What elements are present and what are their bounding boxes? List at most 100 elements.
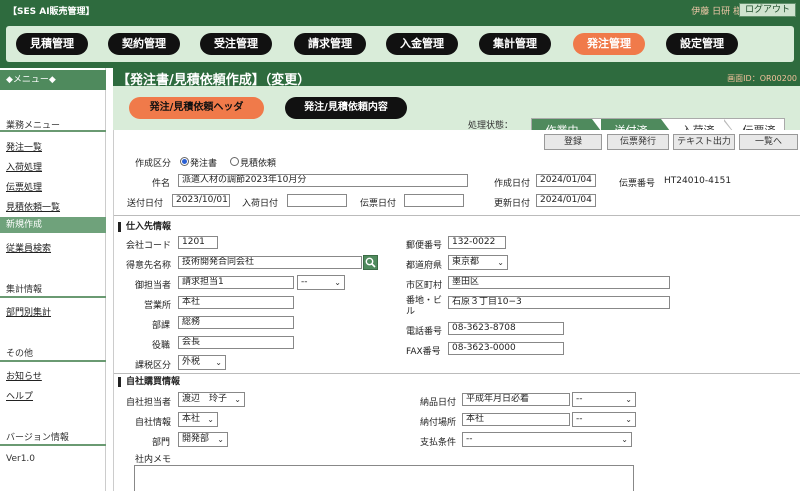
type-label: 作成区分 <box>135 159 172 169</box>
chevron-down-icon: ⌄ <box>621 435 628 444</box>
sent-date-label: 送付日付 <box>127 199 164 209</box>
zip-input[interactable]: 132-0022 <box>448 236 506 249</box>
city-input[interactable]: 墨田区 <box>448 276 670 289</box>
sidebar-item-estimate-request-list[interactable]: 見積依頼一覧 <box>6 200 60 213</box>
chevron-down-icon: ⌄ <box>207 415 214 424</box>
delivery-date-select[interactable]: -- ⌄ <box>572 392 636 407</box>
delivery-date-select-value: -- <box>576 394 583 404</box>
nav-settings[interactable]: 設定管理 <box>666 33 738 55</box>
search-icon <box>365 257 376 268</box>
contact-label: 御担当者 <box>135 281 172 291</box>
chevron-down-icon: ⌄ <box>217 435 224 444</box>
dept-input[interactable]: 総務 <box>178 316 294 329</box>
sidebar-divider <box>0 130 106 132</box>
slip-no-value: HT24010-4151 <box>664 176 732 186</box>
sidebar-item-slip[interactable]: 伝票処理 <box>6 180 42 193</box>
office-input[interactable]: 本社 <box>178 296 294 309</box>
sidebar-item-new[interactable]: 新規作成 <box>0 217 106 233</box>
memo-label: 社内メモ <box>135 455 172 465</box>
tel-input[interactable]: 08-3623-8708 <box>448 322 564 335</box>
own-dept-select[interactable]: 開発部 ⌄ <box>178 432 228 447</box>
delivery-place-input[interactable]: 本社 <box>462 413 570 426</box>
pref-select-value: 東京都 <box>452 257 480 267</box>
own-info-select-value: 本社 <box>182 414 201 424</box>
customer-name-input[interactable]: 技術開発合同会社 <box>178 256 362 269</box>
tax-select-value: 外税 <box>182 357 201 367</box>
address-label: 番地・ビル <box>406 296 443 317</box>
to-list-button[interactable]: 一覧へ <box>739 134 798 150</box>
delivery-date-input[interactable]: 平成年月日必着 <box>462 393 570 406</box>
chevron-down-icon: ⌄ <box>625 395 632 404</box>
version-text: Ver1.0 <box>6 454 36 464</box>
slip-no-label: 伝票番号 <box>619 179 656 189</box>
delivery-place-select-value: -- <box>576 414 583 424</box>
type-radio-estimate[interactable] <box>230 157 239 166</box>
sent-date-input[interactable]: 2023/10/01 <box>172 194 230 207</box>
register-button[interactable]: 登録 <box>544 134 602 150</box>
nav-estimate[interactable]: 見積管理 <box>16 33 88 55</box>
tax-select[interactable]: 外税 ⌄ <box>178 355 226 370</box>
nav-billing[interactable]: 請求管理 <box>294 33 366 55</box>
subject-label: 件名 <box>152 179 171 189</box>
role-input[interactable]: 会長 <box>178 336 294 349</box>
updated-date-input[interactable]: 2024/01/04 <box>536 194 596 207</box>
own-staff-select[interactable]: 渡辺 玲子 ⌄ <box>178 392 245 407</box>
search-button[interactable] <box>363 255 378 270</box>
address-input[interactable]: 石原３丁目10−3 <box>448 296 670 309</box>
own-dept-label: 部門 <box>152 438 171 448</box>
sidebar-item-arrival[interactable]: 入荷処理 <box>6 160 42 173</box>
created-date-input[interactable]: 2024/01/04 <box>536 174 596 187</box>
contact-input[interactable]: 請求担当1 <box>178 276 294 289</box>
delivery-place-select[interactable]: -- ⌄ <box>572 412 636 427</box>
chevron-down-icon: ⌄ <box>625 415 632 424</box>
memo-textarea[interactable] <box>134 465 634 491</box>
sidebar-divider <box>0 296 106 298</box>
tab-detail[interactable]: 発注/見積依頼内容 <box>285 97 407 119</box>
nav-summary[interactable]: 集計管理 <box>479 33 551 55</box>
contact-select[interactable]: -- ⌄ <box>297 275 345 290</box>
payment-select-value: -- <box>466 434 473 444</box>
company-code-input[interactable]: 1201 <box>178 236 218 249</box>
sidebar-group-version: バージョン情報 <box>6 433 69 443</box>
arrival-date-input[interactable] <box>287 194 347 207</box>
sidebar-item-order-list[interactable]: 発注一覧 <box>6 140 42 153</box>
logout-button[interactable]: ログアウト <box>738 3 796 17</box>
app-title: 【SES AI販売管理】 <box>8 7 95 17</box>
sidebar-item-notice[interactable]: お知らせ <box>6 369 42 382</box>
text-export-button[interactable]: テキスト出力 <box>673 134 735 150</box>
section-divider <box>114 215 800 216</box>
city-label: 市区町村 <box>406 281 443 291</box>
tab-area: 発注/見積依頼ヘッダ 発注/見積依頼内容 処理状態： 作業中 送付済 入荷済 伝… <box>113 86 800 144</box>
supplier-section-title: 仕入先情報 <box>118 222 171 232</box>
nav-purchase-order[interactable]: 発注管理 <box>573 33 645 55</box>
user-name: 伊藤 日研 様 <box>691 7 742 17</box>
slip-issue-button[interactable]: 伝票発行 <box>607 134 669 150</box>
pref-select[interactable]: 東京都 ⌄ <box>448 255 508 270</box>
slip-date-input[interactable] <box>404 194 464 207</box>
nav-contract[interactable]: 契約管理 <box>108 33 180 55</box>
sidebar-item-help[interactable]: ヘルプ <box>6 389 33 402</box>
top-bar: 【SES AI販売管理】 伊藤 日研 様 ログアウト <box>0 0 800 20</box>
sidebar-divider <box>0 360 106 362</box>
form-content: 登録 伝票発行 テキスト出力 一覧へ 作成区分 発注書 見積依頼 件名 派遣人材… <box>113 130 800 491</box>
payment-select[interactable]: -- ⌄ <box>462 432 632 447</box>
tax-label: 課税区分 <box>135 361 172 371</box>
subject-input[interactable]: 派遣人材の調節2023年10月分 <box>178 174 468 187</box>
customer-name-label: 得意先名称 <box>126 261 172 271</box>
own-info-select[interactable]: 本社 ⌄ <box>178 412 218 427</box>
chevron-down-icon: ⌄ <box>215 358 222 367</box>
slip-date-label: 伝票日付 <box>360 199 397 209</box>
own-info-label: 自社情報 <box>135 418 172 428</box>
nav-payment[interactable]: 入金管理 <box>386 33 458 55</box>
sidebar-item-dept-summary[interactable]: 部門別集計 <box>6 305 51 318</box>
type-radio-order[interactable] <box>180 157 189 166</box>
type-option-order: 発注書 <box>190 159 218 169</box>
fax-input[interactable]: 08-3623-0000 <box>448 342 564 355</box>
sidebar-divider <box>0 444 106 446</box>
updated-date-label: 更新日付 <box>494 199 531 209</box>
sidebar-item-employee-search[interactable]: 従業員検索 <box>6 241 51 254</box>
tab-header[interactable]: 発注/見積依頼ヘッダ <box>129 97 264 119</box>
company-code-label: 会社コード <box>126 241 172 251</box>
sidebar-group-other: その他 <box>6 349 34 359</box>
nav-order-received[interactable]: 受注管理 <box>200 33 272 55</box>
